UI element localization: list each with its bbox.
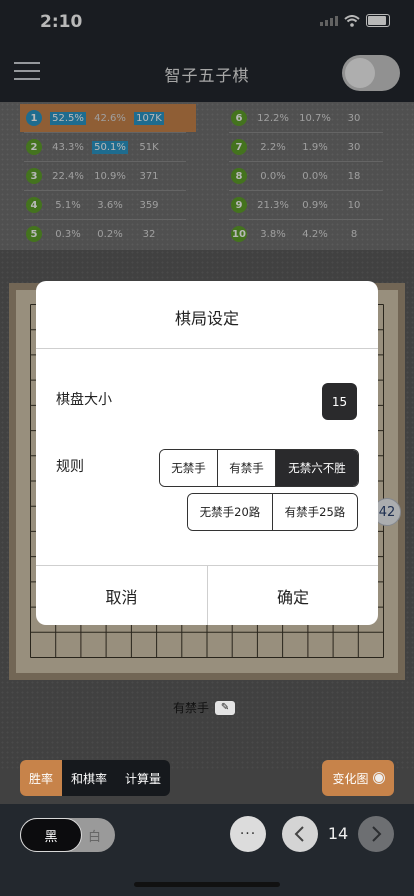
next-move-button[interactable] — [358, 816, 394, 852]
divider — [36, 348, 378, 349]
rule-segment-row1: 无禁手 有禁手 无禁六不胜 — [159, 449, 359, 487]
board-size-button[interactable]: 15 — [322, 383, 357, 420]
confirm-button[interactable]: 确定 — [208, 566, 378, 625]
side-color-toggle[interactable]: 白 黑 — [20, 818, 115, 852]
dialog-title: 棋局设定 — [174, 309, 239, 328]
pencil-icon[interactable]: ✎ — [215, 700, 236, 715]
rule-option-renju-25[interactable]: 有禁手25路 — [272, 494, 357, 530]
rule-option-no-restriction-20[interactable]: 无禁手20路 — [188, 494, 272, 530]
rule-label: 规则 — [56, 459, 84, 475]
current-rule-label: 有禁手 — [173, 701, 210, 715]
tab-win-rate[interactable]: 胜率 — [20, 760, 63, 796]
rule-option-no-restriction[interactable]: 无禁手 — [160, 450, 217, 486]
more-button[interactable]: ··· — [230, 816, 266, 852]
game-settings-dialog: 棋局设定 棋盘大小 15 规则 无禁手 有禁手 无禁六不胜 无禁手20路 有禁手… — [36, 281, 378, 625]
board-size-label: 棋盘大小 — [56, 392, 112, 408]
home-indicator — [134, 882, 280, 887]
previous-move-button[interactable] — [282, 816, 318, 852]
tab-draw-rate[interactable]: 和棋率 — [62, 760, 116, 796]
current-rule: 有禁手 ✎ — [173, 699, 236, 716]
rule-option-no-restriction-overline-loses[interactable]: 无禁六不胜 — [275, 450, 358, 486]
radio-dot-icon — [373, 773, 384, 783]
tab-visits[interactable]: 计算量 — [116, 760, 170, 796]
white-label: 白 — [87, 830, 101, 845]
black-label: 黑 — [20, 818, 82, 852]
cancel-button[interactable]: 取消 — [36, 566, 207, 625]
trend-chart-button[interactable]: 变化图 — [322, 760, 394, 796]
chevron-right-icon — [372, 826, 382, 842]
chevron-left-icon — [294, 826, 304, 842]
rule-segment-row2: 无禁手20路 有禁手25路 — [187, 493, 358, 531]
metric-tabs: 胜率 和棋率 计算量 — [20, 760, 171, 796]
rule-option-renju[interactable]: 有禁手 — [217, 450, 275, 486]
move-number: 14 — [327, 824, 349, 843]
trend-chart-label: 变化图 — [332, 771, 369, 786]
